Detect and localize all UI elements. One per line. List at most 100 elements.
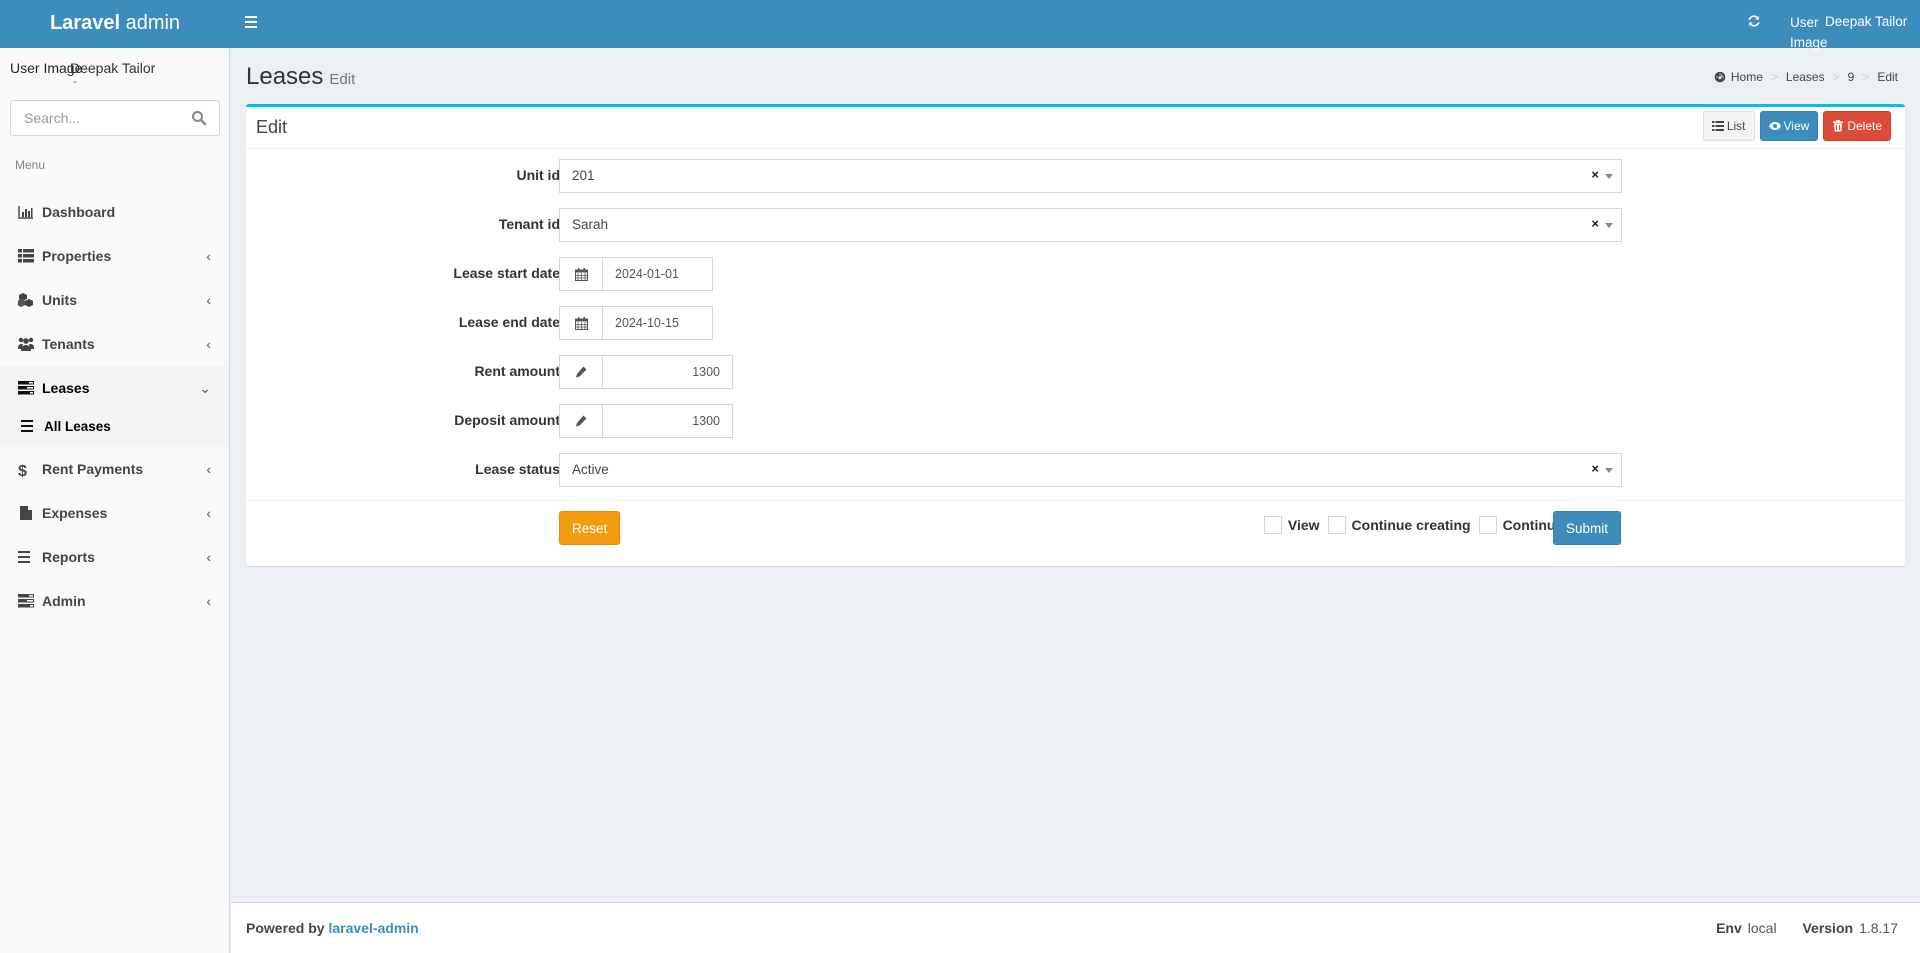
box-title: Edit [256,117,288,137]
deposit-amount-input[interactable] [603,404,733,438]
clear-icon[interactable]: × [1591,216,1599,231]
checkbox-box[interactable] [1478,516,1497,534]
logo[interactable]: Laravel admin [0,0,230,48]
page-footer: Powered by laravel-admin Env local Versio… [231,902,1920,953]
user-panel: User Image Deepak Tailor - [10,60,220,100]
sidebar-item-dashboard[interactable]: Dashboard [0,190,229,234]
cubes-icon [18,293,33,307]
tenant-id-value: Sarah [572,217,609,232]
chevron-left-icon: ‹ [206,461,211,477]
view-button[interactable]: View [1759,111,1819,141]
user-name: Deepak Tailor [1825,14,1908,29]
sidebar-item-tenants[interactable]: Tenants ‹ [0,322,229,366]
dropdown-arrow-icon [1605,468,1613,473]
laravel-admin-link[interactable]: laravel-admin [328,920,418,936]
lease-end-date-input[interactable] [603,306,713,340]
chevron-left-icon: ‹ [206,549,211,565]
env-value: local [1747,920,1777,936]
sidebar-search-input[interactable] [11,101,181,135]
sidebar-item-rent-payments[interactable]: $ Rent Payments ‹ [0,447,229,491]
search-icon[interactable] [191,110,207,126]
form-row-rent-amount: Rent amount [246,355,1905,389]
clear-icon[interactable]: × [1591,167,1599,182]
env-info: Env local Version 1.8.17 [1716,920,1898,936]
trash-icon [1833,120,1844,132]
breadcrumb-home-label: Home [1730,70,1763,84]
file-icon [20,506,32,520]
chevron-down-icon: ⌄ [199,380,211,396]
calendar-icon [559,306,603,340]
list-icon [1711,121,1724,131]
lease-end-date-label: Lease end date [458,314,560,330]
checkbox-box[interactable] [1327,516,1346,534]
page-title-text: Leases [246,63,324,90]
rent-amount-label: Rent amount [474,363,560,379]
view-button-label: View [1783,119,1810,133]
env-label: Env [1716,920,1742,936]
refresh-button[interactable] [1746,14,1762,32]
submit-button[interactable]: Submit [1553,511,1622,545]
refresh-icon [1748,15,1760,27]
sidebar-item-expenses[interactable]: Expenses ‹ [0,491,229,535]
lease-status-value: Active [572,462,609,477]
version-value: 1.8.17 [1859,920,1898,936]
tenant-id-select[interactable]: Sarah × [559,208,1622,242]
tasks-icon [18,381,34,395]
list-button-label: List [1726,119,1746,133]
sidebar-item-reports[interactable]: Reports ‹ [0,535,229,579]
chevron-left-icon: ‹ [206,292,211,308]
logo-light: admin [120,12,181,34]
top-navbar: Laravel admin User Image Deepak Tailor [0,0,1920,50]
sidebar-item-units[interactable]: Units ‹ [0,278,229,322]
sidebar-item-label: Rent Payments [42,461,144,477]
sidebar-item-label: Units [42,292,77,308]
lease-status-label: Lease status [475,461,560,477]
sidebar-item-label: Leases [42,380,90,396]
sidebar-subitem-all-leases[interactable]: All Leases [0,410,229,447]
delete-button[interactable]: Delete [1823,111,1891,141]
menu-header: Menu [15,158,46,172]
breadcrumb-home[interactable]: Home [1714,70,1763,84]
list-button[interactable]: List [1702,111,1755,141]
hamburger-icon [242,16,260,28]
breadcrumb-current-label: Edit [1877,70,1898,84]
pencil-icon [559,355,603,389]
checkbox-box[interactable] [1263,516,1282,534]
sidebar-item-label: Expenses [42,505,108,521]
lease-end-date-group [559,306,713,340]
lease-start-date-group [559,257,713,291]
continue-creating-label: Continue creating [1351,517,1471,533]
form-row-lease-status: Lease status Active × [246,453,1905,487]
tasks-icon [18,594,34,608]
breadcrumb-leases-label: Leases [1785,70,1825,84]
view-checkbox[interactable]: View [1263,516,1320,534]
breadcrumb-id-label: 9 [1847,70,1855,84]
sidebar-item-label: Properties [42,248,112,264]
clear-icon[interactable]: × [1591,461,1599,476]
reset-button[interactable]: Reset [559,511,621,545]
breadcrumb-leases[interactable]: Leases [1786,70,1825,84]
continue-creating-checkbox[interactable]: Continue creating [1327,516,1471,534]
sidebar-item-admin[interactable]: Admin ‹ [0,579,229,623]
sidebar-item-label: Reports [42,549,95,565]
dropdown-arrow-icon [1605,223,1613,228]
sidebar-item-properties[interactable]: Properties ‹ [0,234,229,278]
rent-amount-group [559,355,733,389]
lease-status-select[interactable]: Active × [559,453,1622,487]
form-row-lease-start-date: Lease start date [246,257,1905,291]
view-checkbox-label: View [1287,517,1320,533]
sidebar-toggle-button[interactable] [242,14,260,32]
breadcrumb-id[interactable]: 9 [1848,70,1855,84]
rent-amount-input[interactable] [603,355,733,389]
unit-id-select[interactable]: 201 × [559,159,1622,193]
version-label: Version [1802,920,1854,936]
sidebar-item-leases[interactable]: Leases ⌄ [0,366,229,410]
powered-by: Powered by laravel-admin [246,920,419,936]
chevron-left-icon: ‹ [206,336,211,352]
tenant-id-label: Tenant id [498,216,560,232]
box-footer: Reset View Continue creating Continue ed… [246,500,1905,566]
form-row-tenant-id: Tenant id Sarah × [246,208,1905,242]
powered-by-text: Powered by [246,920,329,936]
dropdown-arrow-icon [1605,174,1613,179]
lease-start-date-input[interactable] [603,257,713,291]
